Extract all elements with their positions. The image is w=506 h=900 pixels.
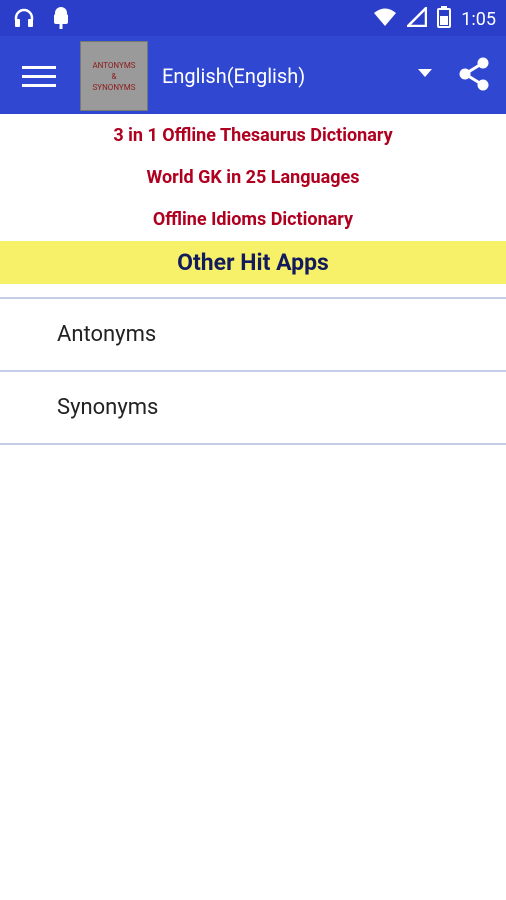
share-button[interactable] bbox=[456, 56, 492, 92]
wifi-icon bbox=[373, 7, 397, 32]
dropdown-arrow-icon[interactable] bbox=[418, 69, 432, 77]
android-icon bbox=[50, 6, 72, 34]
hamburger-line bbox=[22, 84, 56, 87]
promo-link-thesaurus[interactable]: 3 in 1 Offline Thesaurus Dictionary bbox=[0, 114, 506, 156]
promo-link-idioms[interactable]: Offline Idioms Dictionary bbox=[0, 198, 506, 240]
other-apps-banner[interactable]: Other Hit Apps bbox=[0, 241, 506, 284]
headphones-icon bbox=[12, 6, 36, 34]
logo-text-line1: ANTONYMS bbox=[92, 60, 136, 70]
app-bar: ANTONYMS & SYNONYMS English(English) bbox=[0, 36, 506, 114]
hamburger-icon bbox=[22, 66, 56, 69]
signal-icon bbox=[405, 4, 428, 32]
promo-link-world-gk[interactable]: World GK in 25 Languages bbox=[0, 156, 506, 198]
logo-text-line3: SYNONYMS bbox=[92, 82, 136, 92]
logo-text-line2: & bbox=[111, 71, 117, 81]
app-logo: ANTONYMS & SYNONYMS bbox=[80, 41, 148, 111]
share-icon bbox=[459, 57, 489, 91]
menu-button[interactable] bbox=[22, 60, 56, 90]
language-selector[interactable]: English(English) bbox=[162, 64, 305, 88]
status-bar: 1:05 bbox=[0, 0, 506, 36]
hamburger-line bbox=[22, 75, 56, 78]
battery-icon bbox=[437, 6, 452, 33]
list-item-antonyms[interactable]: Antonyms bbox=[0, 297, 506, 370]
menu-list: Antonyms Synonyms bbox=[0, 297, 506, 445]
promo-links: 3 in 1 Offline Thesaurus Dictionary Worl… bbox=[0, 114, 506, 240]
list-item-synonyms[interactable]: Synonyms bbox=[0, 370, 506, 445]
status-time: 1:05 bbox=[461, 9, 496, 30]
